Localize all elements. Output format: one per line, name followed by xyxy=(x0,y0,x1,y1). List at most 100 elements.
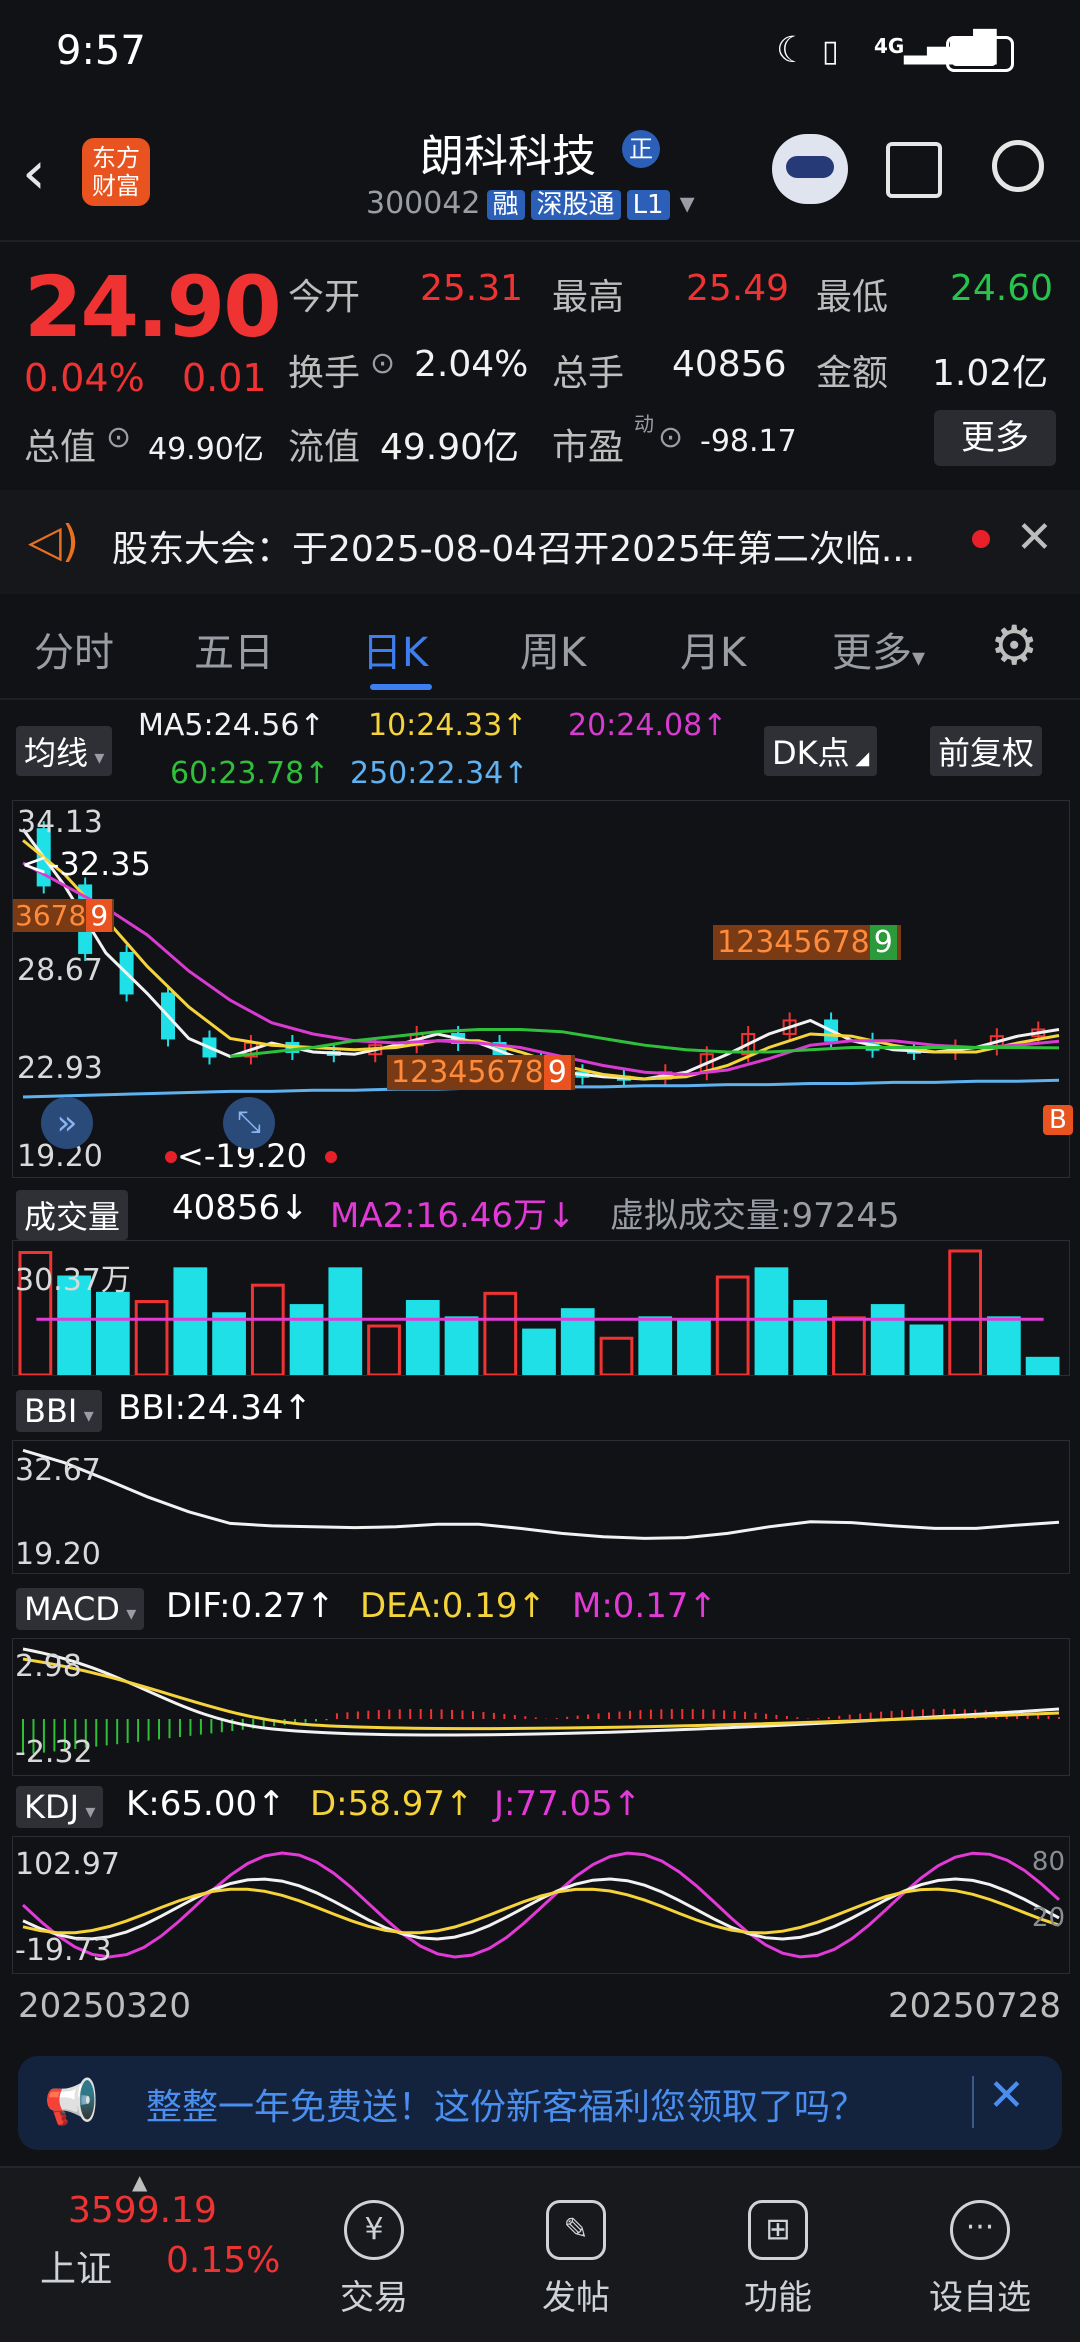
adjust-button[interactable]: 前复权 xyxy=(930,726,1043,776)
tab-weekly-k[interactable]: 周K xyxy=(520,620,586,678)
macd-indicator-button[interactable]: MACD ▾ xyxy=(16,1588,145,1630)
status-time: 9:57 xyxy=(56,28,146,74)
stock-code: 300042 xyxy=(366,186,481,221)
ma-indicator-button[interactable]: 均线 ▾ xyxy=(16,726,113,776)
float-value: 49.90亿 xyxy=(380,427,520,468)
high-marker: <-32.35 xyxy=(21,845,151,883)
robot-assistant-icon[interactable] xyxy=(772,134,848,204)
ma250-label: 250:22.34↑ xyxy=(350,756,529,791)
index-change: 0.15% xyxy=(166,2240,281,2281)
low-dot-left xyxy=(165,1151,177,1163)
tab-five-day[interactable]: 五日 xyxy=(194,620,274,678)
turnover-label: 换手 xyxy=(288,353,361,394)
volume-bar xyxy=(638,1316,673,1375)
bbi-indicator-button[interactable]: BBI ▾ xyxy=(16,1390,102,1432)
promo-banner[interactable]: 📢 整整一年免费送！这份新客福利您领取了吗？ ✕ xyxy=(18,2056,1062,2150)
chevron-down-icon: ▾ xyxy=(679,186,695,221)
divider xyxy=(0,240,1080,242)
kdj-chart: 102.97 -19.73 80 20 xyxy=(12,1836,1070,1974)
grid-function-icon: ⊞ xyxy=(748,2200,808,2260)
brand-logo-line1: 东方 xyxy=(92,144,140,172)
nav-add-watchlist[interactable]: ··· 设自选 xyxy=(920,2200,1040,2319)
close-icon[interactable]: ✕ xyxy=(988,2070,1025,2121)
index-ticker[interactable]: 3599.19 上证 0.15% xyxy=(0,2190,300,2310)
volume-bar xyxy=(832,1316,866,1375)
stock-code-row[interactable]: 300042 融深股通 L1 ▾ xyxy=(366,184,695,221)
ma5-label: MA5:24.56↑ xyxy=(138,708,325,743)
ma10-label: 10:24.33↑ xyxy=(368,708,528,743)
volume-bar xyxy=(909,1324,944,1375)
dk-point-button[interactable]: DK点 ◢ xyxy=(764,726,878,776)
brand-logo[interactable]: 东方 财富 xyxy=(82,138,150,206)
turnover-value: 2.04% xyxy=(414,344,529,385)
kdj-svg xyxy=(21,1851,1061,1959)
bbi-y-bottom: 19.20 xyxy=(15,1537,101,1572)
tab-more[interactable]: 更多▾ xyxy=(832,620,925,678)
bbi-button-label: BBI xyxy=(24,1392,78,1430)
kdj-y-80: 80 xyxy=(1031,1847,1065,1877)
search-icon[interactable] xyxy=(992,140,1044,192)
low-label: 最低 xyxy=(816,277,889,318)
index-name: 上证 xyxy=(40,2249,113,2290)
share-icon[interactable] xyxy=(886,142,942,198)
divider xyxy=(0,698,1080,700)
notice-bar[interactable]: ◁) 股东大会：于2025-08-04召开2025年第二次临... ✕ xyxy=(0,490,1080,594)
volume-indicator-button[interactable]: 成交量 xyxy=(16,1190,129,1240)
kdj-j: J:77.05↑ xyxy=(494,1784,642,1824)
network-type: 4G xyxy=(874,34,905,58)
macd-m: M:0.17↑ xyxy=(572,1586,717,1626)
volume-bar xyxy=(289,1304,324,1375)
change-value: 0.01 xyxy=(182,356,267,400)
expand-left-icon[interactable]: » xyxy=(41,1097,93,1149)
close-icon[interactable]: ✕ xyxy=(1016,512,1053,563)
tab-more-label: 更多 xyxy=(832,630,912,676)
info-icon[interactable]: ⊙ xyxy=(658,420,683,455)
tab-daily-k[interactable]: 日K xyxy=(362,620,428,678)
volume-bar xyxy=(444,1316,479,1375)
date-end: 20250728 xyxy=(888,1986,1062,2026)
sequence-marker-left: 3678 9 xyxy=(13,899,115,932)
gear-icon[interactable]: ⚙ xyxy=(990,614,1038,677)
volume-bar xyxy=(134,1300,169,1375)
nav-trade[interactable]: ¥ 交易 xyxy=(314,2200,434,2319)
battery-icon xyxy=(946,36,1014,72)
tab-intraday[interactable]: 分时 xyxy=(34,620,114,678)
ma60-label: 60:23.78↑ xyxy=(170,756,330,791)
volume-bar xyxy=(793,1300,828,1375)
bbi-chart: 32.67 19.20 xyxy=(12,1440,1070,1574)
fullscreen-icon[interactable]: ⤡ xyxy=(223,1097,275,1149)
back-icon[interactable]: ‹ xyxy=(22,138,46,208)
kline-chart[interactable]: 34.13 28.67 22.93 19.20 <-32.35 <-19.20 … xyxy=(12,800,1073,1178)
nav-post[interactable]: ✎ 发帖 xyxy=(516,2200,636,2319)
more-button[interactable]: 更多 xyxy=(934,410,1056,466)
dif-line xyxy=(22,1647,1060,1737)
bbi-svg xyxy=(22,1448,1060,1540)
dea-line xyxy=(22,1657,1060,1731)
nav-function[interactable]: ⊞ 功能 xyxy=(718,2200,838,2319)
buy-badge: B xyxy=(1043,1105,1073,1135)
open-value: 25.31 xyxy=(420,268,524,309)
high-value: 25.49 xyxy=(686,268,790,309)
volume-bar xyxy=(987,1316,1021,1375)
info-icon[interactable]: ⊙ xyxy=(370,346,395,381)
volume-bar xyxy=(212,1312,246,1375)
volume-y-label: 30.37万 xyxy=(15,1263,131,1298)
kdj-indicator-button[interactable]: KDJ ▾ xyxy=(16,1786,104,1828)
kline-svg xyxy=(21,821,1060,1099)
pe-value: -98.17 xyxy=(700,424,797,459)
tab-monthly-k[interactable]: 月K xyxy=(680,620,746,678)
stock-name: 朗科科技 xyxy=(420,131,596,182)
macd-y-bottom: -2.32 xyxy=(15,1735,93,1770)
bbi-line xyxy=(22,1448,1060,1540)
megaphone-icon: 📢 xyxy=(44,2077,99,2128)
index-value: 3599.19 xyxy=(68,2190,217,2231)
kdj-d-line xyxy=(22,1887,1060,1935)
volume-bar xyxy=(328,1267,363,1375)
info-icon[interactable]: ⊙ xyxy=(106,420,131,455)
sequence-marker-mid: 12345678 9 xyxy=(387,1055,575,1090)
open-label: 今开 xyxy=(288,277,361,318)
tab-active-indicator xyxy=(370,684,432,690)
nav-trade-label: 交易 xyxy=(340,2278,408,2318)
volume-bar xyxy=(754,1267,789,1375)
date-start: 20250320 xyxy=(18,1986,192,2026)
